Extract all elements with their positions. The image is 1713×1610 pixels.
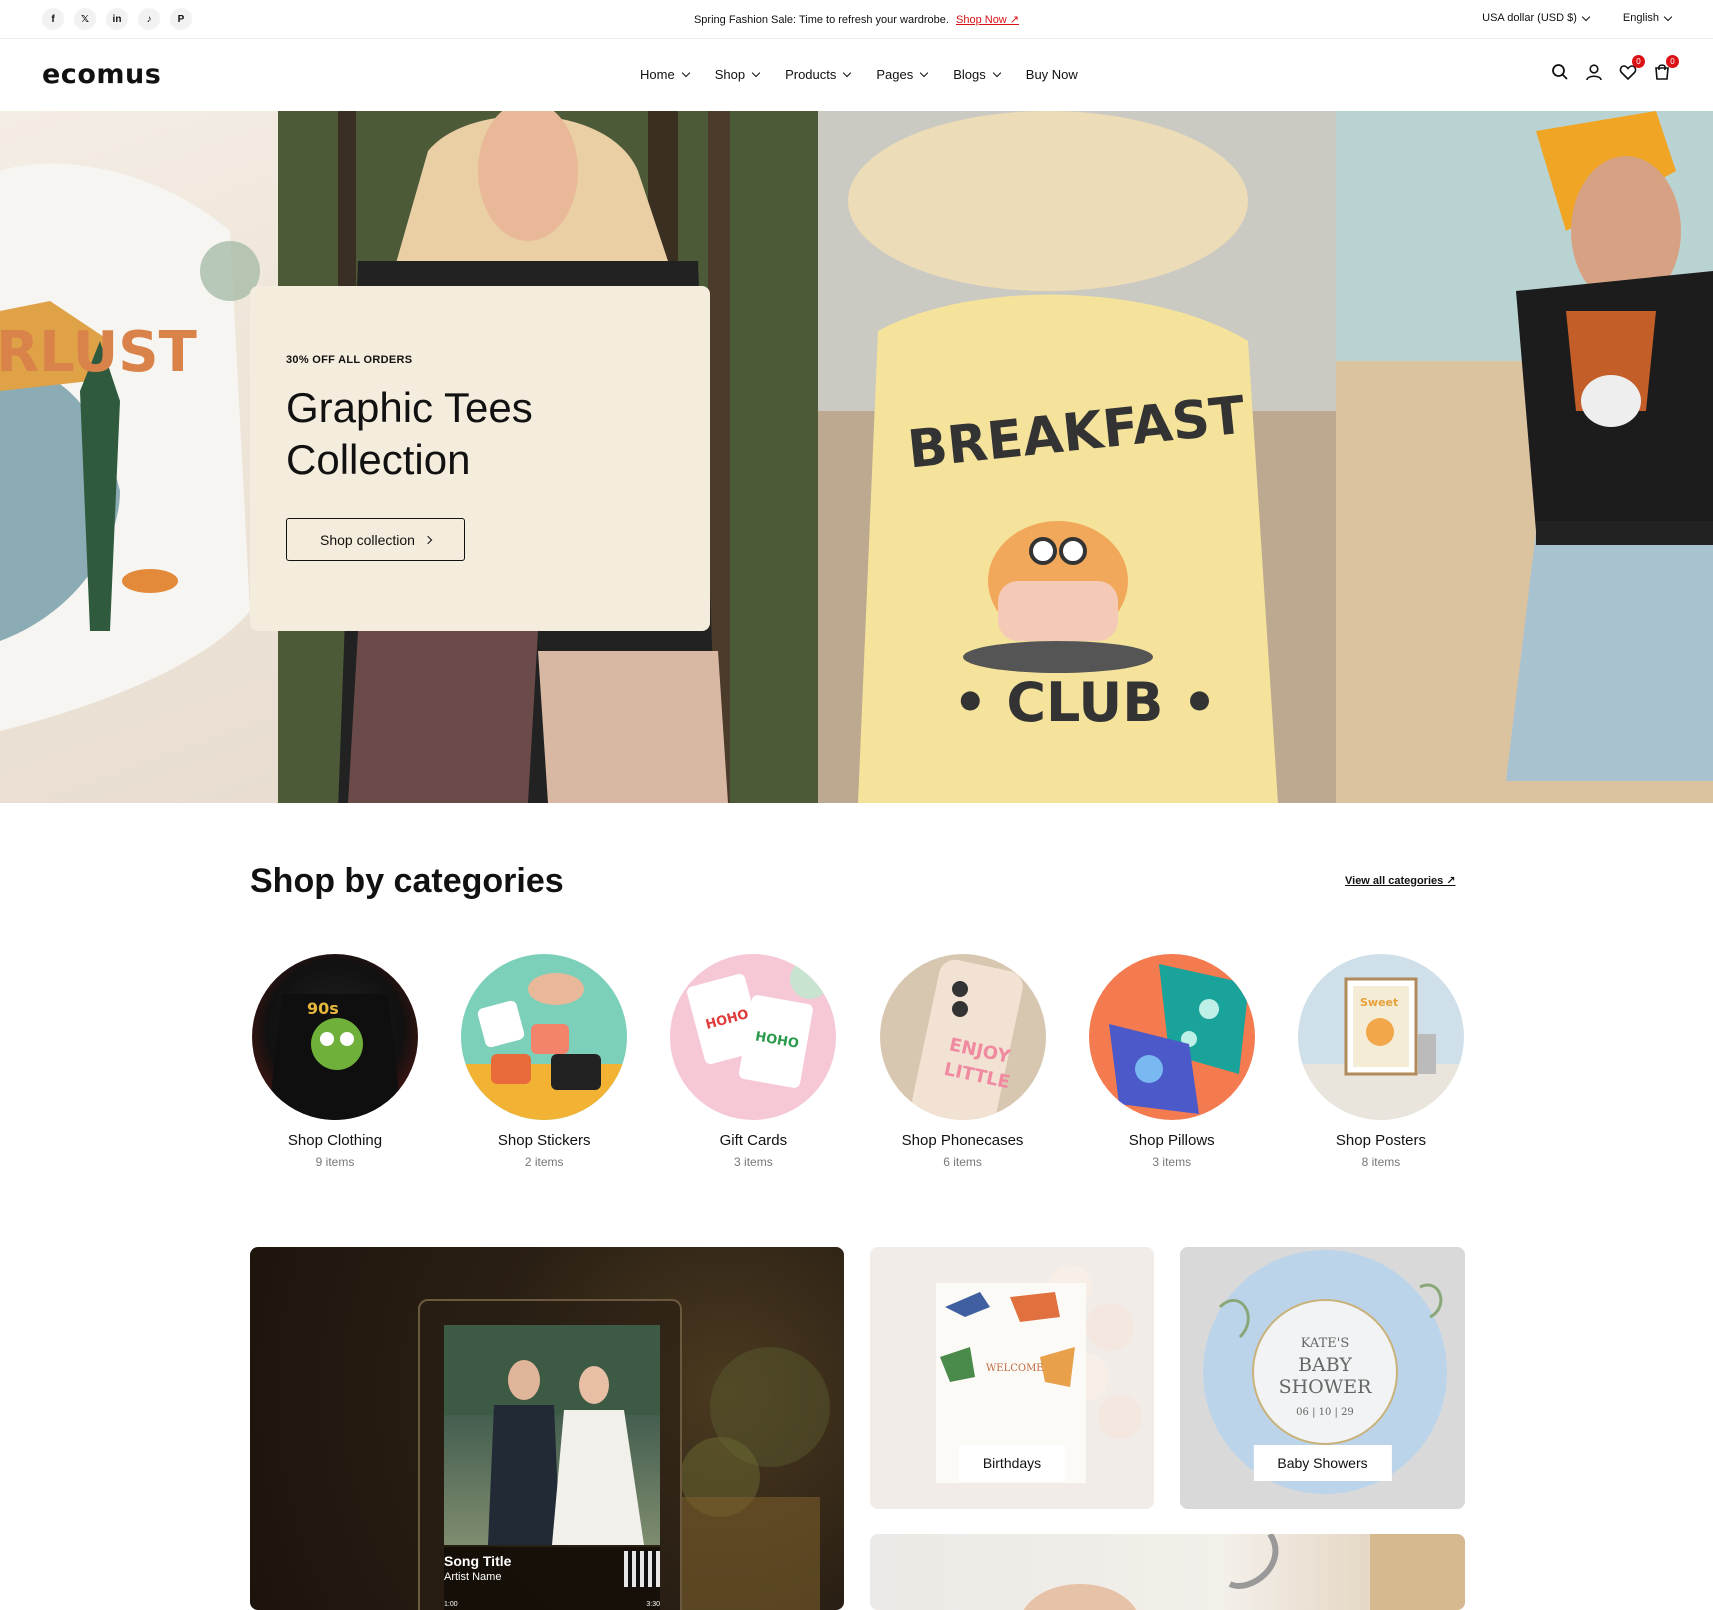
chevron-down-icon bbox=[920, 68, 929, 78]
category-name: Shop Stickers bbox=[497, 1132, 591, 1149]
nav-buy-now-label: Buy Now bbox=[1025, 67, 1078, 82]
promo-tag: 30% OFF ALL ORDERS bbox=[286, 354, 413, 366]
category-name: Shop Phonecases bbox=[901, 1132, 1024, 1149]
category-clothing[interactable]: 90s Shop Clothing 9 items bbox=[250, 954, 420, 1169]
baby-showers-label[interactable]: Baby Showers bbox=[1253, 1445, 1392, 1481]
collection-tile-baby-photo[interactable] bbox=[870, 1534, 1465, 1610]
wedding-photo bbox=[444, 1325, 660, 1545]
categories-heading: Shop by categories bbox=[250, 862, 564, 900]
category-pillows[interactable]: Shop Pillows 3 items bbox=[1087, 954, 1257, 1169]
site-header: ecomus Home Shop Products Pages Blogs Bu… bbox=[0, 39, 1713, 111]
nav-buy-now[interactable]: Buy Now bbox=[1026, 67, 1078, 82]
category-name: Shop Clothing bbox=[287, 1132, 383, 1149]
nav-home-label: Home bbox=[640, 67, 675, 82]
search-icon[interactable] bbox=[1551, 63, 1569, 81]
chevron-down-icon bbox=[992, 68, 1002, 78]
category-name: Gift Cards bbox=[719, 1132, 788, 1149]
collection-tile-baby-showers[interactable]: KATE'S BABY SHOWER 06 | 10 | 29 Baby Sho… bbox=[1180, 1247, 1465, 1509]
wishlist-icon[interactable]: 0 bbox=[1619, 55, 1645, 81]
announcement-bar: f 𝕏 in ♪ P Spring Fashion Sale: Time to … bbox=[0, 0, 1713, 39]
nav-blogs-label: Blogs bbox=[953, 67, 986, 82]
song-info: Song Title Artist Name 1:00 3:30 bbox=[444, 1547, 660, 1610]
shop-collection-label: Shop collection bbox=[320, 531, 415, 548]
svg-text:90s: 90s bbox=[307, 999, 339, 1018]
hero-banner: RLUST BREAKFAST • CLUB • 30% OFF ALL ORD… bbox=[0, 111, 1713, 803]
plate-date: 06 | 10 | 29 bbox=[1296, 1407, 1354, 1418]
category-name: Shop Posters bbox=[1335, 1132, 1426, 1149]
category-image-phonecases: ENJOY LITTLE bbox=[879, 954, 1046, 1120]
language-selector[interactable]: English bbox=[1622, 12, 1673, 24]
category-count: 2 items bbox=[524, 1155, 564, 1169]
main-nav: Home Shop Products Pages Blogs Buy Now bbox=[640, 67, 1078, 82]
nav-products-label: Products bbox=[785, 67, 837, 82]
song-plaque-frame: Song Title Artist Name 1:00 3:30 bbox=[418, 1299, 682, 1610]
category-image-stickers bbox=[461, 954, 628, 1120]
plate-line-3: SHOWER bbox=[1279, 1376, 1373, 1398]
chevron-right-icon bbox=[423, 535, 433, 544]
chevron-down-icon bbox=[843, 68, 852, 78]
shop-collection-button[interactable]: Shop collection bbox=[286, 518, 465, 561]
category-image-gift-cards: HOHO HOHO bbox=[670, 954, 837, 1120]
cart-count-badge: 0 bbox=[1666, 55, 1679, 68]
cart-icon[interactable]: 0 bbox=[1653, 55, 1679, 81]
category-image-clothing: 90s bbox=[252, 954, 418, 1120]
category-image-posters: Sweet bbox=[1297, 954, 1464, 1120]
announcement-text: Spring Fashion Sale: Time to refresh you… bbox=[0, 13, 1713, 26]
language-label: English bbox=[1622, 12, 1659, 24]
nav-pages-label: Pages bbox=[876, 67, 914, 82]
category-count: 3 items bbox=[734, 1155, 773, 1169]
account-icon[interactable] bbox=[1585, 63, 1603, 81]
svg-text:RLUST: RLUST bbox=[0, 320, 197, 385]
category-image-pillows bbox=[1088, 954, 1255, 1120]
nav-shop[interactable]: Shop bbox=[714, 67, 761, 82]
category-list: 90s Shop Clothing 9 items Shop Stickers … bbox=[250, 954, 1466, 1169]
collection-tile-birthdays[interactable]: WELCOME Birthdays bbox=[870, 1247, 1154, 1509]
plate-line-1: KATE'S bbox=[1301, 1336, 1350, 1351]
chevron-down-icon bbox=[751, 68, 761, 78]
category-stickers[interactable]: Shop Stickers 2 items bbox=[459, 954, 629, 1169]
hero-image-beach-woman bbox=[1336, 111, 1713, 803]
category-name: Shop Pillows bbox=[1128, 1132, 1215, 1149]
hero-image-breakfast-club-tee: BREAKFAST • CLUB • bbox=[818, 111, 1336, 803]
hero-title: Graphic Tees Collection bbox=[286, 382, 674, 486]
svg-text:Sweet: Sweet bbox=[1360, 996, 1398, 1009]
chevron-down-icon bbox=[1663, 12, 1673, 21]
category-phonecases[interactable]: ENJOY LITTLE Shop Phonecases 6 items bbox=[878, 954, 1048, 1169]
shop-now-link[interactable]: Shop Now ↗ bbox=[956, 14, 1019, 26]
category-posters[interactable]: Sweet Shop Posters 8 items bbox=[1296, 954, 1466, 1169]
category-gift-cards[interactable]: HOHO HOHO Gift Cards 3 items bbox=[668, 954, 838, 1169]
wishlist-count-badge: 0 bbox=[1632, 55, 1645, 68]
category-count: 9 items bbox=[315, 1155, 355, 1169]
plate-line-2: BABY bbox=[1298, 1354, 1352, 1376]
nav-blogs[interactable]: Blogs bbox=[953, 67, 1002, 82]
nav-shop-label: Shop bbox=[714, 67, 746, 82]
chevron-down-icon bbox=[681, 68, 690, 78]
announcement-message: Spring Fashion Sale: Time to refresh you… bbox=[693, 14, 949, 26]
time-end: 3:30 bbox=[646, 1601, 660, 1608]
nav-products[interactable]: Products bbox=[785, 67, 852, 82]
logo[interactable]: ecomus bbox=[42, 59, 161, 90]
view-all-categories-link[interactable]: View all categories ↗ bbox=[1345, 874, 1456, 887]
hero-title-line-2: Collection bbox=[286, 436, 471, 483]
svg-text:• CLUB •: • CLUB • bbox=[953, 671, 1217, 734]
currency-label: USA dollar (USD $) bbox=[1482, 12, 1577, 24]
category-count: 3 items bbox=[1152, 1155, 1192, 1169]
currency-selector[interactable]: USA dollar (USD $) bbox=[1482, 12, 1591, 24]
collection-tile-music-plaque[interactable]: Song Title Artist Name 1:00 3:30 bbox=[250, 1247, 844, 1610]
invite-text: WELCOME bbox=[986, 1363, 1044, 1374]
hero-title-line-1: Graphic Tees bbox=[286, 384, 533, 431]
category-count: 8 items bbox=[1361, 1155, 1401, 1169]
qr-code-icon bbox=[624, 1551, 660, 1587]
category-count: 6 items bbox=[943, 1155, 982, 1169]
birthdays-label[interactable]: Birthdays bbox=[958, 1445, 1066, 1481]
time-start: 1:00 bbox=[444, 1601, 458, 1608]
hero-promo-card: 30% OFF ALL ORDERS Graphic Tees Collecti… bbox=[250, 286, 710, 631]
hero-image-wanderlust-tee: RLUST bbox=[0, 111, 278, 803]
chevron-down-icon bbox=[1581, 12, 1591, 21]
nav-pages[interactable]: Pages bbox=[876, 67, 929, 82]
nav-home[interactable]: Home bbox=[640, 67, 690, 82]
song-timeline: 1:00 3:30 bbox=[444, 1601, 660, 1608]
